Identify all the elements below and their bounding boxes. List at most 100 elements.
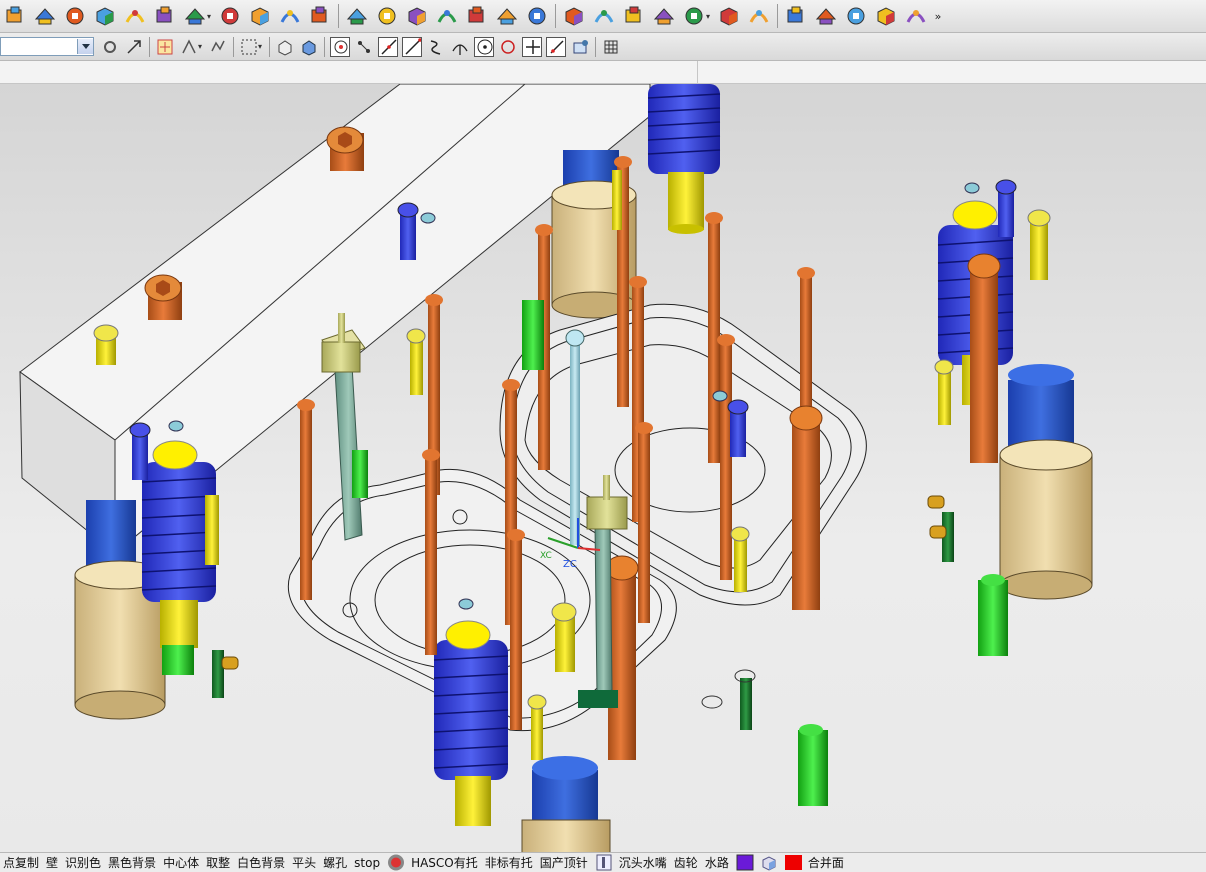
toolbar-overflow-button[interactable]: » — [931, 10, 945, 23]
items-command-5[interactable]: 取整 — [206, 854, 230, 871]
pocket-icon[interactable] — [308, 4, 332, 28]
items-command-3[interactable]: 黑色背景 — [108, 854, 156, 871]
toolbar-separator — [555, 4, 556, 28]
electrode-icon[interactable] — [248, 4, 272, 28]
sub-insert-icon[interactable] — [218, 4, 242, 28]
mold-wizard-icon[interactable] — [3, 4, 27, 28]
items2-command-0[interactable]: HASCO有托 — [411, 854, 478, 871]
red-color-button[interactable] — [784, 854, 802, 871]
items2-command-2[interactable]: 国产顶针 — [540, 854, 588, 871]
ejector-pin-icon[interactable] — [595, 854, 613, 871]
layout-icon[interactable] — [33, 4, 57, 28]
slider-lifter-icon[interactable] — [183, 4, 207, 28]
line-icon[interactable] — [378, 36, 398, 57]
view-icon[interactable] — [622, 4, 646, 28]
move-icon[interactable] — [124, 37, 144, 57]
unite-icon[interactable] — [814, 4, 838, 28]
drawing-icon[interactable] — [375, 4, 399, 28]
cue-line-bar — [0, 61, 1206, 84]
items-command-1[interactable]: 壁 — [46, 854, 58, 871]
items-command-4[interactable]: 中心体 — [163, 854, 199, 871]
intersect-icon[interactable] — [450, 37, 470, 57]
measure-icon[interactable] — [874, 4, 898, 28]
items-command-2[interactable]: 识别色 — [65, 854, 101, 871]
toolbar-separator — [338, 4, 339, 28]
analysis-icon[interactable] — [592, 4, 616, 28]
selection-toolbar-buttons: ▾ ▾ — [98, 36, 623, 57]
items3-command-0[interactable]: 沉头水嘴 — [619, 854, 667, 871]
blend-icon[interactable] — [682, 4, 706, 28]
command-group-3: 沉头水嘴 齿轮 水路 — [616, 854, 733, 871]
cue-line — [0, 61, 698, 83]
selection-toolbar: ▾ ▾ — [0, 33, 1206, 61]
chevron-down-icon[interactable]: ▾ — [706, 12, 714, 21]
extrude-icon[interactable] — [525, 4, 549, 28]
assembly-model: ZC XC — [19, 84, 1093, 852]
wrench-icon[interactable] — [904, 4, 928, 28]
purple-color-button[interactable] — [736, 854, 754, 871]
wireframe-icon[interactable] — [275, 37, 295, 57]
zc-axis-label: ZC — [563, 559, 577, 570]
line-3-icon[interactable] — [546, 36, 566, 57]
items-command-6[interactable]: 白色背景 — [237, 854, 285, 871]
command-group-2: HASCO有托 非标有托 国产顶针 — [408, 854, 592, 871]
shaded-icon[interactable] — [299, 37, 319, 57]
quadrant-icon[interactable] — [498, 37, 518, 57]
trim-icon[interactable] — [278, 4, 302, 28]
toolbar-separator — [149, 36, 150, 57]
sheet-icon[interactable] — [495, 4, 519, 28]
ejector-pin-icon[interactable] — [153, 4, 177, 28]
rect-select-icon[interactable] — [239, 37, 259, 57]
type-filter-combo[interactable] — [0, 37, 94, 56]
shell-icon[interactable] — [562, 4, 586, 28]
items2-command-1[interactable]: 非标有托 — [485, 854, 533, 871]
replace-icon[interactable] — [747, 4, 771, 28]
standard-part-icon[interactable] — [93, 4, 117, 28]
offset-icon[interactable] — [784, 4, 808, 28]
items-command-9[interactable]: stop — [354, 856, 380, 870]
circle-center-icon[interactable] — [474, 36, 494, 57]
toolbar-separator — [324, 36, 325, 57]
mesh-icon[interactable] — [652, 4, 676, 28]
items3-command-1[interactable]: 齿轮 — [674, 854, 698, 871]
items-command-8[interactable]: 螺孔 — [323, 854, 347, 871]
mold-base-icon[interactable] — [63, 4, 87, 28]
view-triad-icon[interactable] — [570, 37, 590, 57]
spring-top-center — [647, 84, 721, 234]
chevron-down-icon[interactable] — [77, 39, 93, 54]
main-toolbar: ▾ ▾ » — [0, 0, 1206, 33]
items3-command-2[interactable]: 水路 — [705, 854, 729, 871]
line-2-icon[interactable] — [402, 36, 422, 57]
chevron-down-icon[interactable]: ▾ — [198, 42, 206, 51]
snap-end-icon[interactable] — [354, 37, 374, 57]
items4-command-0[interactable]: 合并面 — [808, 854, 844, 871]
curve-icon[interactable] — [426, 37, 446, 57]
items-command-7[interactable]: 平头 — [292, 854, 316, 871]
split-icon[interactable] — [717, 4, 741, 28]
cube-icon[interactable] — [760, 854, 778, 871]
snap-point-icon[interactable] — [330, 36, 350, 57]
stop-icon[interactable] — [387, 854, 405, 871]
subtract-icon[interactable] — [844, 4, 868, 28]
xc-axis-label: XC — [540, 551, 552, 561]
grid-icon[interactable] — [601, 37, 621, 57]
bom-icon[interactable] — [345, 4, 369, 28]
toolbar-separator — [233, 36, 234, 57]
command-group-1: 点复制壁识别色 黑色背景 中心体 取整 白色背景 平头 螺孔 stop — [0, 854, 384, 871]
select-filter-icon[interactable] — [155, 37, 175, 57]
main-toolbar-buttons: ▾ ▾ — [0, 4, 931, 28]
toolbar-separator — [595, 36, 596, 57]
surface-icon[interactable] — [435, 4, 459, 28]
copy-icon[interactable] — [208, 37, 228, 57]
plus-icon[interactable] — [522, 36, 542, 57]
part-family-icon[interactable] — [123, 4, 147, 28]
items-command-0[interactable]: 点复制 — [3, 854, 39, 871]
cooling-icon[interactable] — [405, 4, 429, 28]
chevron-down-icon[interactable]: ▾ — [258, 42, 266, 51]
snap-icon[interactable] — [100, 37, 120, 57]
transform-icon[interactable] — [179, 37, 199, 57]
graphics-viewport[interactable]: ZC XC — [0, 84, 1206, 852]
box-icon[interactable] — [465, 4, 489, 28]
spring-bottom — [433, 620, 509, 826]
chevron-down-icon[interactable]: ▾ — [207, 12, 215, 21]
